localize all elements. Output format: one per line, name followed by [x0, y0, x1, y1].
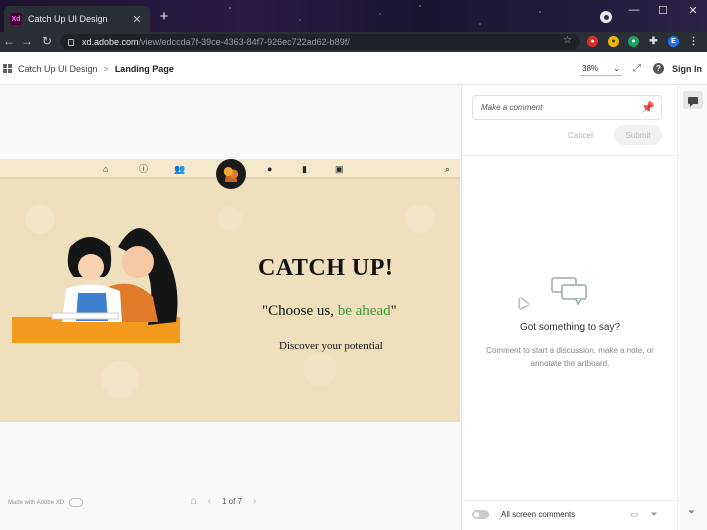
- submit-button[interactable]: Submit: [614, 125, 662, 145]
- url-path: /view/edccda7f-39ce-4363-84f7-926ec722ad…: [138, 37, 350, 47]
- address-bar[interactable]: xd.adobe.com/view/edccda7f-39ce-4363-84f…: [60, 34, 580, 50]
- home-icon[interactable]: ⌂: [103, 165, 108, 174]
- browser-tab[interactable]: Xd Catch Up UI Design ✕: [4, 6, 150, 32]
- maximize-button[interactable]: ☐: [653, 4, 673, 17]
- extensions-icon[interactable]: ✚: [648, 36, 659, 47]
- empty-state-description: Comment to start a discussion, make a no…: [486, 346, 654, 368]
- right-rail: ⏷: [677, 85, 707, 530]
- catch-up-logo[interactable]: [216, 159, 246, 189]
- media-control-icon[interactable]: [600, 11, 612, 23]
- new-tab-button[interactable]: +: [156, 9, 172, 24]
- zoom-select[interactable]: 38% ⌄: [580, 62, 622, 76]
- browser-titlebar: Xd Catch Up UI Design ✕ + — ☐ ✕: [0, 0, 707, 32]
- hero-section: CATCH UP! "Choose us, be ahead" Discover…: [0, 179, 460, 422]
- illustration-mother-face: [122, 246, 154, 278]
- rail-filter-icon[interactable]: ⏷: [688, 507, 695, 518]
- info-icon[interactable]: ⓘ: [139, 165, 148, 174]
- xd-favicon-icon: Xd: [10, 13, 22, 25]
- toggle-label: All screen comments: [501, 510, 576, 519]
- quote-highlight: be ahead: [337, 303, 391, 319]
- creative-cloud-icon: [69, 498, 84, 507]
- comments-panel: Make a comment 📌 Cancel Submit Got somet…: [461, 85, 678, 530]
- breadcrumb-project[interactable]: Catch Up UI Design: [18, 64, 98, 74]
- hero-tagline: Discover your potential: [279, 340, 383, 352]
- close-window-button[interactable]: ✕: [683, 4, 703, 17]
- fullscreen-icon[interactable]: ⤢: [633, 63, 641, 74]
- made-with-adobe-xd: Made with Adobe XD: [8, 498, 84, 507]
- pager-home-icon[interactable]: ⌂: [190, 495, 197, 507]
- screen-comments-toggle[interactable]: [472, 510, 489, 519]
- tab-close-icon[interactable]: ✕: [130, 13, 144, 26]
- bubble-tail: [575, 298, 582, 306]
- illustration-child-face: [78, 254, 104, 280]
- group-icon[interactable]: 👥: [174, 165, 185, 174]
- comment-placeholder: Make a comment: [481, 103, 543, 112]
- mother-child-illustration: [12, 228, 180, 343]
- bubble-front: [561, 284, 587, 300]
- comment-input[interactable]: Make a comment 📌: [472, 95, 662, 120]
- book-icon[interactable]: ▮: [302, 165, 307, 174]
- page-indicator: 1 of 7: [222, 496, 243, 506]
- zoom-value: 38%: [582, 64, 599, 73]
- search-icon[interactable]: ⌕: [445, 165, 450, 174]
- hero-quote: "Choose us, be ahead": [262, 303, 397, 320]
- forward-icon[interactable]: →: [20, 34, 34, 48]
- star-icon[interactable]: ☆: [563, 35, 572, 46]
- speech-bubbles-icon: [551, 277, 587, 306]
- extension-green-icon[interactable]: ●: [628, 36, 639, 47]
- xd-header: Catch Up UI Design > Landing Page 38% ⌄ …: [0, 52, 707, 85]
- comment-icon: [688, 96, 698, 107]
- breadcrumb-separator: >: [103, 64, 109, 74]
- profile-icon[interactable]: ●: [267, 165, 272, 174]
- filter-icon[interactable]: ⏷: [651, 509, 658, 520]
- url-host: xd.adobe.com: [82, 37, 139, 47]
- tab-title: Catch Up UI Design: [28, 14, 108, 24]
- hero-title: CATCH UP!: [258, 255, 394, 281]
- quote-close: ": [390, 303, 397, 319]
- url-text: xd.adobe.com/view/edccda7f-39ce-4363-84f…: [82, 37, 350, 47]
- empty-state-title: Got something to say?: [519, 322, 621, 333]
- pin-icon[interactable]: 📌: [641, 101, 655, 114]
- reload-icon[interactable]: ↻: [40, 34, 54, 48]
- artboard-pager: ⌂ ‹ 1 of 7 ›: [190, 495, 256, 507]
- panel-divider: [462, 155, 678, 156]
- breadcrumb-page: Landing Page: [114, 64, 174, 74]
- artboard-landing-page: CATCH UP! "Choose us, be ahead" Discover…: [0, 159, 460, 422]
- logo-figures-icon: [222, 166, 240, 182]
- help-icon[interactable]: ?: [653, 63, 664, 74]
- lock-icon: [68, 38, 74, 46]
- chevron-down-icon: ⌄: [613, 64, 620, 73]
- badge-icon[interactable]: ▣: [335, 165, 344, 174]
- comments-footer: All screen comments ▭ ⏷: [462, 500, 678, 530]
- made-with-label: Made with Adobe XD: [8, 499, 65, 506]
- cancel-button[interactable]: Cancel: [568, 131, 593, 140]
- artboard-canvas: CATCH UP! "Choose us, be ahead" Discover…: [0, 85, 461, 530]
- comments-toggle-button[interactable]: [683, 91, 703, 109]
- next-page-icon[interactable]: ›: [253, 496, 256, 507]
- extension-yellow-icon[interactable]: ●: [608, 36, 619, 47]
- comment-count-icon[interactable]: ▭: [630, 509, 639, 520]
- footer-icons: ▭ ⏷: [630, 509, 658, 520]
- sign-in-link[interactable]: Sign In: [672, 64, 702, 74]
- extension-red-icon[interactable]: ●: [587, 36, 598, 47]
- mouse-cursor: [515, 295, 529, 309]
- minimize-button[interactable]: —: [624, 4, 644, 16]
- browser-toolbar: ← → ↻ xd.adobe.com/view/edccda7f-39ce-43…: [0, 32, 707, 52]
- breadcrumb: Catch Up UI Design > Landing Page: [18, 64, 174, 74]
- profile-avatar[interactable]: E: [668, 36, 679, 47]
- previous-page-icon[interactable]: ‹: [208, 496, 211, 507]
- menu-icon[interactable]: ⋮: [688, 36, 699, 47]
- illustration-paper: [51, 312, 119, 320]
- quote-open: "Choose us,: [262, 303, 338, 319]
- grid-icon[interactable]: [3, 64, 12, 73]
- back-icon[interactable]: ←: [2, 34, 16, 48]
